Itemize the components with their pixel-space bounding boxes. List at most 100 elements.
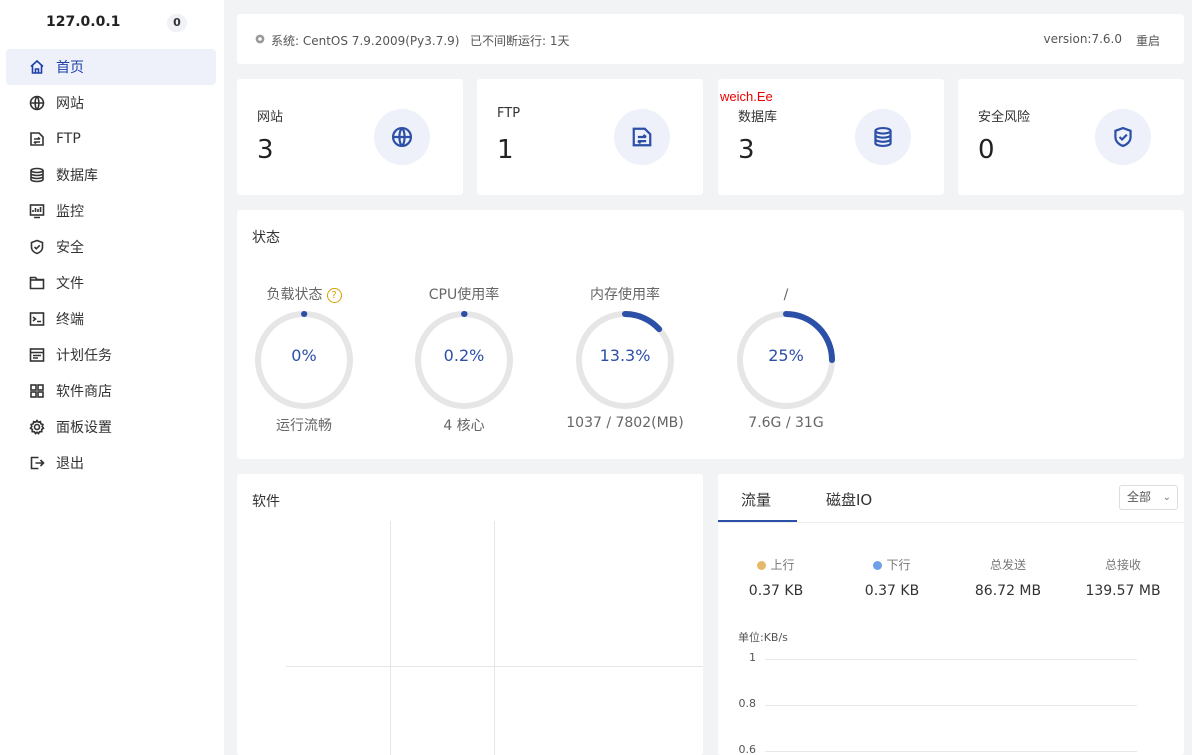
logout-icon	[28, 454, 46, 472]
gauge-title: CPU使用率	[428, 287, 500, 303]
home-icon	[28, 58, 46, 76]
database-icon	[855, 109, 911, 165]
metric-label: 下行	[886, 558, 911, 572]
gauge-percent: 13.3%	[599, 346, 651, 365]
version-label[interactable]: version:7.6.0	[1043, 32, 1122, 46]
metric-label: 总接收	[1104, 558, 1141, 572]
sidebar-item-home[interactable]: 首页	[6, 49, 216, 85]
card-value: 3	[738, 135, 755, 165]
gauge-title: /	[783, 287, 789, 303]
traffic-panel: 流量 磁盘IO 全部 ⌄ 上行 0.37 KB 下行 0.37 KB 总发送 86…	[718, 474, 1184, 755]
status-title: 状态	[252, 230, 280, 246]
sidebar-nav: 首页 网站 FTP 数据库 监控 安全 文件 终端 计划任务 软件商店 面板设置…	[6, 49, 216, 481]
sidebar-item-panel-settings[interactable]: 面板设置	[6, 409, 216, 445]
globe-icon	[374, 109, 430, 165]
sidebar-item-terminal[interactable]: 终端	[6, 301, 216, 337]
sidebar-item-label: 计划任务	[56, 348, 112, 364]
cpu-gauge[interactable]: CPU使用率 0.2% 4 核心	[394, 285, 534, 435]
overlay-text: weich.Ee	[720, 89, 773, 104]
card-label: FTP	[497, 106, 521, 121]
upload-dot	[757, 561, 767, 570]
monitor-icon	[28, 202, 46, 220]
metric-value: 0.37 KB	[864, 583, 920, 599]
gauge-title: 负载状态	[266, 287, 323, 303]
globe-icon	[28, 94, 46, 112]
metric-value: 139.57 MB	[1085, 583, 1161, 599]
memory-gauge[interactable]: 内存使用率 13.3% 1037 / 7802(MB)	[555, 285, 695, 431]
gear-icon	[28, 418, 46, 436]
download-metric: 下行 0.37 KB	[837, 556, 947, 599]
sidebar-item-label: 首页	[56, 60, 84, 76]
sidebar-item-database[interactable]: 数据库	[6, 157, 216, 193]
select-value: 全部	[1127, 490, 1152, 504]
sidebar-item-website[interactable]: 网站	[6, 85, 216, 121]
grid-divider	[494, 521, 495, 755]
host-address[interactable]: 127.0.0.1	[46, 14, 120, 30]
grid-divider	[390, 521, 391, 755]
sidebar-item-label: 监控	[56, 204, 84, 220]
gauge-percent: 0.2%	[443, 346, 485, 365]
active-tab-indicator	[718, 520, 797, 522]
gauge-subtitle: 1037 / 7802(MB)	[566, 415, 684, 431]
gauge-title: 内存使用率	[590, 287, 660, 303]
interface-select[interactable]: 全部 ⌄	[1119, 485, 1178, 510]
ftp-icon	[614, 109, 670, 165]
folder-icon	[28, 274, 46, 292]
sidebar-item-files[interactable]: 文件	[6, 265, 216, 301]
system-info-bar: 系统: CentOS 7.9.2009(Py3.7.9) 已不间断运行: 1天 …	[237, 14, 1184, 64]
tab-disk-io[interactable]: 磁盘IO	[826, 489, 872, 510]
y-tick-label: 1	[749, 651, 756, 664]
grid-divider	[286, 666, 703, 667]
notification-badge[interactable]: 0	[167, 14, 187, 32]
gauge-subtitle: 4 核心	[443, 418, 485, 434]
sidebar-item-logout[interactable]: 退出	[6, 445, 216, 481]
help-icon[interactable]: ?	[326, 288, 342, 303]
gauge-subtitle: 运行流畅	[276, 418, 332, 434]
card-value: 1	[497, 135, 514, 165]
ftp-icon	[28, 130, 46, 148]
download-dot	[873, 561, 883, 570]
sidebar-item-label: 文件	[56, 276, 84, 292]
metric-value: 86.72 MB	[974, 583, 1042, 599]
sidebar-item-monitor[interactable]: 监控	[6, 193, 216, 229]
total-sent-metric: 总发送 86.72 MB	[953, 556, 1063, 599]
chevron-down-icon: ⌄	[1162, 492, 1171, 503]
sidebar-item-label: 终端	[56, 312, 84, 328]
status-panel: 状态 负载状态? 0% 运行流畅 CPU使用率 0.2% 4 核心 内存使用率 …	[237, 210, 1184, 459]
system-info: 系统: CentOS 7.9.2009(Py3.7.9)	[271, 34, 460, 48]
software-title: 软件	[252, 494, 280, 510]
load-gauge[interactable]: 负载状态? 0% 运行流畅	[234, 285, 374, 435]
y-tick-label: 0.6	[738, 743, 757, 755]
sidebar-item-label: 安全	[56, 240, 84, 256]
chart-gridline	[765, 705, 1137, 706]
website-count-card[interactable]: 网站 3	[237, 79, 463, 195]
gauge-percent: 25%	[768, 346, 804, 365]
sidebar-item-label: FTP	[56, 131, 81, 147]
sidebar: 127.0.0.1 0 首页 网站 FTP 数据库 监控 安全 文件 终端 计划…	[0, 0, 224, 755]
sidebar-item-ftp[interactable]: FTP	[6, 121, 216, 157]
restart-button[interactable]: 重启	[1136, 32, 1160, 49]
sidebar-item-app-store[interactable]: 软件商店	[6, 373, 216, 409]
sidebar-item-label: 面板设置	[56, 420, 112, 436]
sidebar-item-label: 退出	[56, 456, 84, 472]
metric-value: 0.37 KB	[748, 583, 804, 599]
security-risk-card[interactable]: 安全风险 0	[958, 79, 1184, 195]
chart-unit-label: 单位:KB/s	[738, 631, 788, 644]
database-icon	[28, 166, 46, 184]
sidebar-item-scheduled-tasks[interactable]: 计划任务	[6, 337, 216, 373]
uptime-info: 已不间断运行: 1天	[470, 34, 570, 48]
tab-traffic[interactable]: 流量	[741, 489, 771, 510]
total-received-metric: 总接收 139.57 MB	[1068, 556, 1178, 599]
sidebar-item-label: 数据库	[56, 168, 98, 184]
gauge-arc	[622, 311, 663, 333]
ftp-count-card[interactable]: FTP 1	[477, 79, 703, 195]
task-icon	[28, 346, 46, 364]
upload-metric: 上行 0.37 KB	[721, 556, 831, 599]
sidebar-item-label: 网站	[56, 96, 84, 112]
shield-check-icon	[1095, 109, 1151, 165]
sidebar-item-security[interactable]: 安全	[6, 229, 216, 265]
disk-gauge[interactable]: / 25% 7.6G / 31G	[716, 285, 856, 431]
software-panel: 软件	[237, 474, 703, 755]
card-value: 3	[257, 135, 274, 165]
shield-icon	[28, 238, 46, 256]
